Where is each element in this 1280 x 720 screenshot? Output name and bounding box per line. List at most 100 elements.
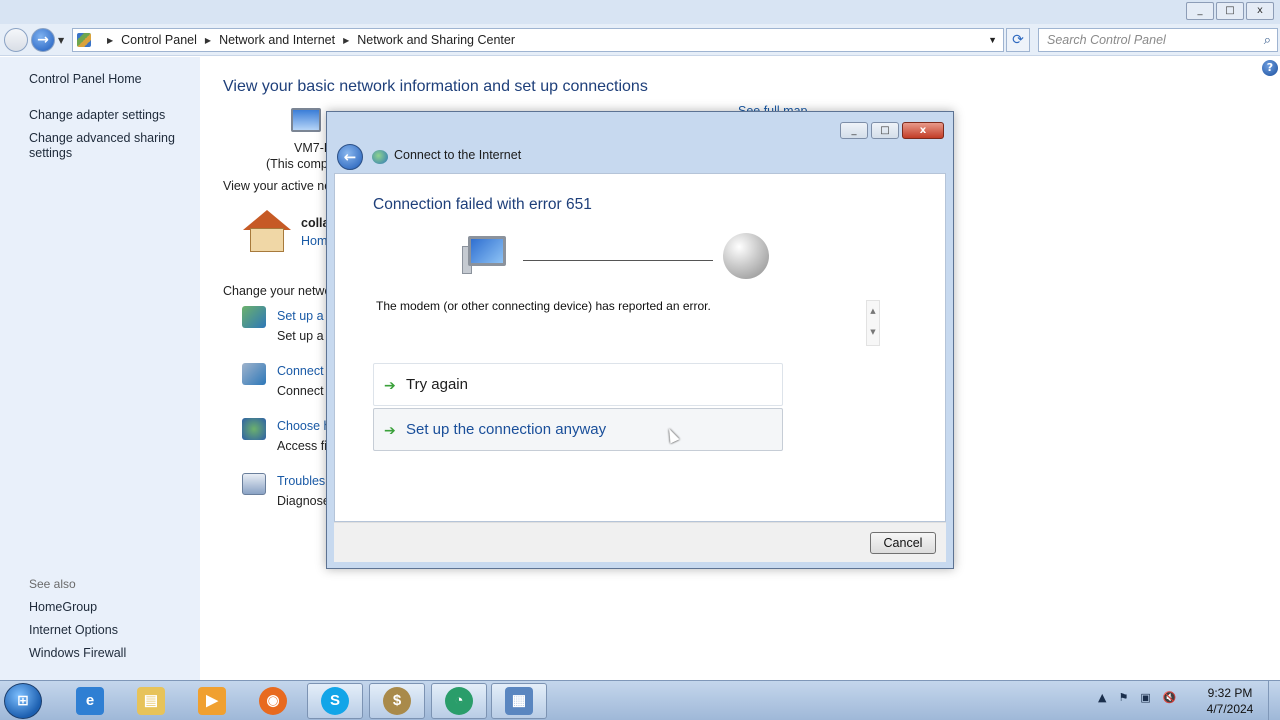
recent-pages-dropdown-icon[interactable]: ▼ xyxy=(58,36,64,45)
taskbar-explorer[interactable]: ▤ xyxy=(123,683,179,719)
try-again-option[interactable]: ➔ Try again xyxy=(373,363,783,406)
home-network-icon xyxy=(243,210,291,254)
connect-internet-dialog: _ □ x ← Connect to the Internet Connecti… xyxy=(326,111,954,569)
refresh-button[interactable]: ⟳ xyxy=(1006,28,1030,52)
page-title: View your basic network information and … xyxy=(223,78,648,95)
close-button[interactable]: x xyxy=(1246,2,1274,20)
internet-explorer-icon: e xyxy=(76,687,104,715)
setup-anyway-label: Set up the connection anyway xyxy=(406,421,607,438)
green-arrow-icon: ➔ xyxy=(384,423,396,439)
computer-icon xyxy=(291,108,321,132)
forward-button[interactable]: → xyxy=(31,28,55,52)
restore-button[interactable]: □ xyxy=(1216,2,1244,20)
money-bag-icon: $ xyxy=(383,687,411,715)
task-desc-setup: Set up a v xyxy=(277,329,334,343)
app-icon: ◔ xyxy=(445,687,473,715)
error-heading: Connection failed with error 651 xyxy=(373,196,592,213)
network-type-link[interactable]: Hom xyxy=(301,234,327,248)
green-arrow-icon: ➔ xyxy=(384,378,396,394)
task-desc-troubleshoot: Diagnose xyxy=(277,494,330,508)
scroll-down-icon[interactable]: ▼ xyxy=(867,322,879,343)
minimize-button[interactable]: _ xyxy=(1186,2,1214,20)
volume-muted-icon[interactable]: 🔇 xyxy=(1163,691,1177,704)
taskbar-skype[interactable]: S xyxy=(307,683,363,719)
error-message: The modem (or other connecting device) h… xyxy=(376,299,711,313)
network-status-icon[interactable]: ▣ xyxy=(1140,691,1150,704)
dialog-window-controls: _ □ x xyxy=(840,122,944,139)
control-panel-icon xyxy=(77,33,91,47)
taskbar-network[interactable]: ▦ xyxy=(491,683,547,719)
taskbar-firefox[interactable]: ◉ xyxy=(245,683,301,719)
help-icon[interactable]: ? xyxy=(1262,60,1278,76)
media-player-icon: ▶ xyxy=(198,687,226,715)
breadcrumb-separator-icon[interactable]: ▶ xyxy=(343,36,349,45)
clock-date: 4/7/2024 xyxy=(1206,702,1254,716)
internet-globe-icon xyxy=(723,233,769,279)
computer-icon xyxy=(462,236,508,276)
network-center-icon: ▦ xyxy=(505,687,533,715)
back-button[interactable] xyxy=(4,28,28,52)
cancel-button[interactable]: Cancel xyxy=(870,532,936,554)
taskbar: ⊞ e ▤ ▶ ◉ S $ ◔ ▦ ▲ ⚑ ▣ 🔇 9:32 PM 4/7/20… xyxy=(0,680,1280,720)
action-center-flag-icon[interactable]: ⚑ xyxy=(1118,691,1128,704)
sidebar: Control Panel Home Change adapter settin… xyxy=(0,57,200,680)
dialog-back-button[interactable]: ← xyxy=(337,144,363,170)
task-link-choose[interactable]: Choose h xyxy=(277,419,331,433)
setup-connection-icon xyxy=(242,306,266,328)
dialog-body: Connection failed with error 651 The mod… xyxy=(334,173,946,522)
connect-network-icon xyxy=(242,363,266,385)
dialog-footer: Cancel xyxy=(334,522,946,562)
clock[interactable]: 9:32 PM 4/7/2024 xyxy=(1198,685,1262,717)
sidebar-link-windows-firewall[interactable]: Windows Firewall xyxy=(29,646,126,660)
search-placeholder: Search Control Panel xyxy=(1047,33,1166,47)
taskbar-ie[interactable]: e xyxy=(62,683,118,719)
address-dropdown-icon[interactable]: ▼ xyxy=(988,35,997,45)
dialog-close-button[interactable]: x xyxy=(902,122,944,139)
taskbar-media-player[interactable]: ▶ xyxy=(184,683,240,719)
window-controls: _ □ x xyxy=(1186,2,1274,20)
firefox-icon: ◉ xyxy=(259,687,287,715)
setup-anyway-option[interactable]: ➔ Set up the connection anyway xyxy=(373,408,783,451)
change-settings-label: Change your netwo xyxy=(223,284,332,298)
this-computer-label: (This comp xyxy=(266,157,328,171)
try-again-label: Try again xyxy=(406,376,468,393)
search-icon[interactable]: ⌕ xyxy=(1264,32,1271,48)
sidebar-link-homegroup[interactable]: HomeGroup xyxy=(29,600,97,614)
clock-time: 9:32 PM xyxy=(1207,686,1253,700)
sidebar-link-advanced-sharing[interactable]: Change advanced sharing settings xyxy=(29,131,189,161)
breadcrumb-separator-icon[interactable]: ▶ xyxy=(205,36,211,45)
navigation-bar: → ▼ ▶ Control Panel ▶ Network and Intern… xyxy=(0,24,1280,56)
breadcrumb-separator-icon[interactable]: ▶ xyxy=(107,36,113,45)
troubleshoot-icon xyxy=(242,473,266,495)
taskbar-money[interactable]: $ xyxy=(369,683,425,719)
sidebar-link-internet-options[interactable]: Internet Options xyxy=(29,623,118,637)
skype-icon: S xyxy=(321,687,349,715)
scroll-up-icon[interactable]: ▲ xyxy=(867,301,879,322)
address-bar[interactable]: ▶ Control Panel ▶ Network and Internet ▶… xyxy=(72,28,1004,52)
task-link-connect[interactable]: Connect xyxy=(277,364,324,378)
breadcrumb-control-panel[interactable]: Control Panel xyxy=(121,33,197,47)
sidebar-link-adapter-settings[interactable]: Change adapter settings xyxy=(29,108,165,122)
breadcrumb-network-sharing-center[interactable]: Network and Sharing Center xyxy=(357,33,515,47)
folder-icon: ▤ xyxy=(137,687,165,715)
dialog-title: Connect to the Internet xyxy=(394,148,522,162)
window-titlebar: _ □ x xyxy=(0,0,1280,24)
breadcrumb-network-internet[interactable]: Network and Internet xyxy=(219,33,335,47)
dialog-minimize-button[interactable]: _ xyxy=(840,122,868,139)
task-link-troubleshoot[interactable]: Troublesh xyxy=(277,474,332,488)
sidebar-link-control-panel-home[interactable]: Control Panel Home xyxy=(29,72,142,86)
show-hidden-icons-icon[interactable]: ▲ xyxy=(1098,691,1106,704)
search-input[interactable]: Search Control Panel ⌕ xyxy=(1038,28,1278,52)
message-scrollbar[interactable]: ▲ ▼ xyxy=(866,300,880,346)
start-button[interactable]: ⊞ xyxy=(4,683,42,719)
task-desc-connect: Connect xyxy=(277,384,324,398)
see-also-label: See also xyxy=(29,577,76,591)
connection-line xyxy=(523,260,713,261)
active-networks-label: View your active ne xyxy=(223,179,332,193)
network-globe-icon xyxy=(372,150,388,164)
taskbar-app[interactable]: ◔ xyxy=(431,683,487,719)
show-desktop-button[interactable] xyxy=(1268,681,1280,720)
homegroup-sharing-icon xyxy=(242,418,266,440)
dialog-maximize-button[interactable]: □ xyxy=(871,122,899,139)
task-link-setup[interactable]: Set up a r xyxy=(277,309,331,323)
